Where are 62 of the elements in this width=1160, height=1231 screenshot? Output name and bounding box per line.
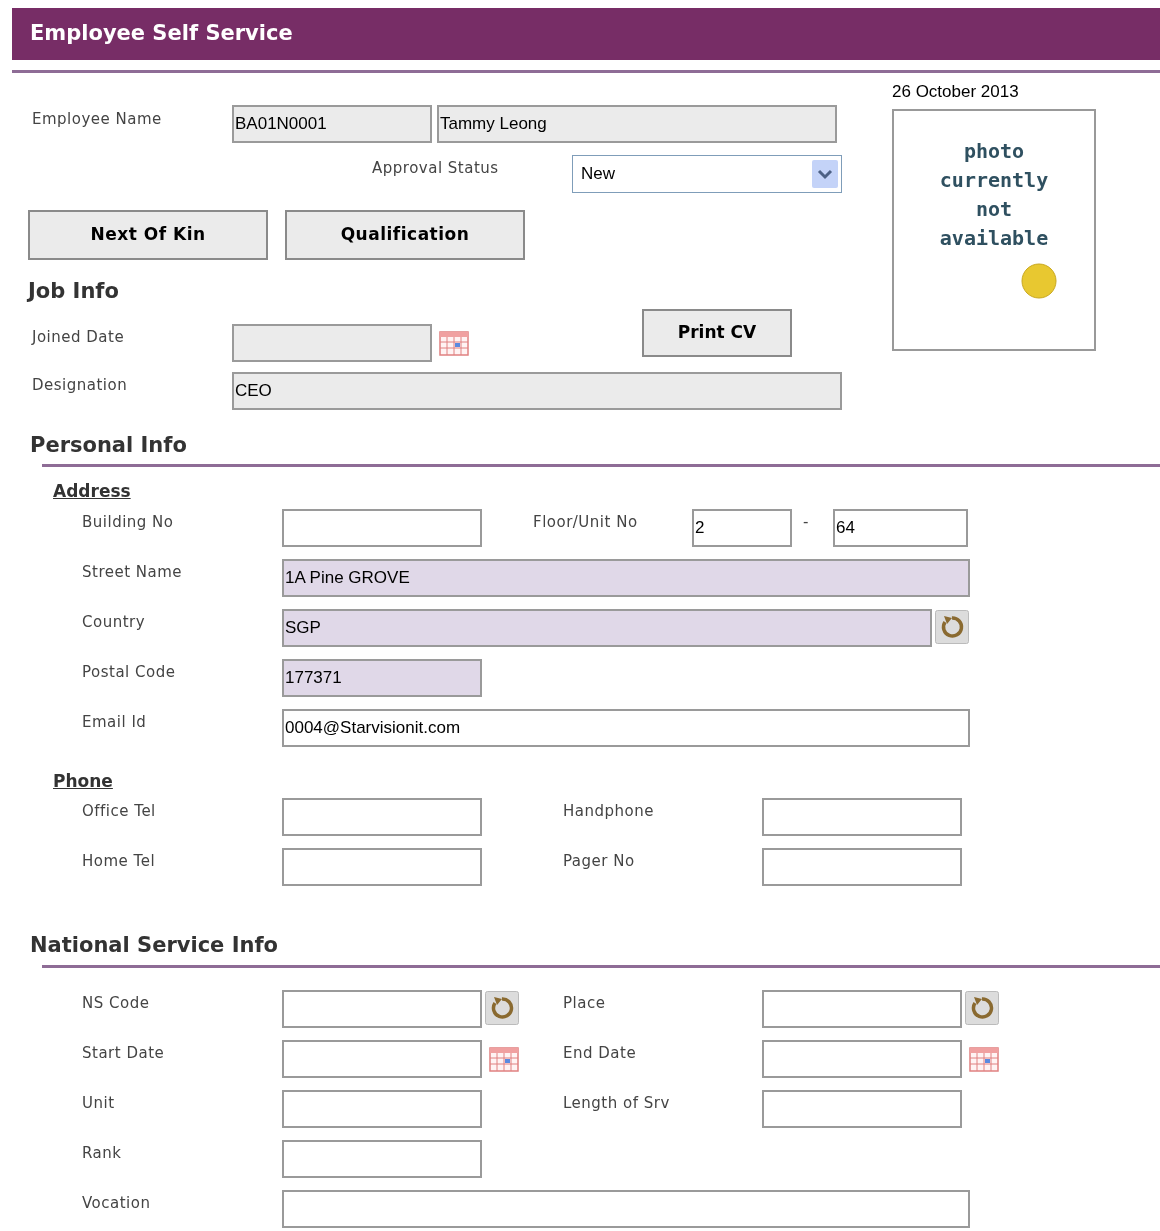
input-field[interactable] — [282, 1189, 970, 1228]
input-field[interactable]: 177371 — [282, 658, 482, 697]
field-label: Approval Status — [372, 158, 500, 179]
section-button[interactable]: Qualification — [285, 210, 525, 260]
input-field[interactable] — [282, 989, 482, 1028]
field-label: Country — [81, 611, 147, 633]
section-button[interactable]: Next Of Kin — [28, 210, 268, 260]
field-label: Rank — [81, 1142, 123, 1164]
input-field[interactable] — [282, 1039, 482, 1078]
separator-text: - — [803, 511, 810, 533]
field-label: Vocation — [81, 1192, 152, 1214]
print-cv-button[interactable]: Print CV — [642, 308, 792, 357]
input-field[interactable] — [762, 1039, 962, 1078]
input-field[interactable] — [282, 1139, 482, 1178]
input-field[interactable]: 2 — [692, 508, 792, 547]
field-label: End Date — [563, 1042, 638, 1064]
field-label: Handphone — [563, 801, 655, 822]
input-field[interactable]: 64 — [833, 508, 968, 547]
field-label: Email Id — [81, 711, 148, 733]
refresh-icon[interactable] — [935, 609, 969, 644]
field-label: Start Date — [81, 1042, 166, 1064]
input-field[interactable]: 1A Pine GROVE — [282, 558, 970, 597]
field-label: Office Tel — [81, 801, 157, 822]
input-field[interactable] — [282, 1089, 482, 1128]
field-label: Floor/Unit No — [533, 511, 639, 533]
subsection-title: Address — [53, 480, 131, 503]
date-text: 26 October 2013 — [892, 81, 1019, 103]
input-field[interactable] — [282, 508, 482, 547]
field-label: Home Tel — [81, 851, 157, 872]
field-label: Street Name — [81, 561, 184, 583]
subsection-title: Phone — [53, 769, 113, 793]
section-title: Job Info — [28, 278, 119, 305]
field-label: Pager No — [563, 851, 636, 872]
refresh-icon[interactable] — [965, 990, 999, 1025]
calendar-icon[interactable] — [489, 1045, 519, 1072]
input-field[interactable]: SGP — [282, 608, 932, 647]
status-select[interactable]: New — [572, 155, 842, 193]
section-title: Personal Info — [30, 431, 187, 459]
field-label: Postal Code — [81, 661, 177, 683]
input-field[interactable] — [762, 798, 962, 836]
section-title: National Service Info — [30, 932, 278, 959]
field-label: Joined Date — [30, 326, 126, 348]
field-label: Length of Srv — [563, 1092, 671, 1114]
field-label: NS Code — [81, 992, 151, 1014]
dot-icon — [1021, 262, 1057, 299]
field-label: Designation — [31, 374, 129, 396]
refresh-icon[interactable] — [485, 990, 519, 1025]
photo-caption: photo currently not available — [938, 137, 1050, 252]
input-field[interactable] — [282, 798, 482, 836]
input-field[interactable] — [762, 848, 962, 886]
field-label: Employee Name — [31, 109, 163, 130]
input-field[interactable]: 0004@Starvisionit.com — [282, 708, 970, 747]
input-field[interactable] — [762, 1089, 962, 1128]
calendar-icon[interactable] — [969, 1045, 999, 1072]
input-field[interactable] — [762, 989, 962, 1028]
field-label: Place — [563, 992, 607, 1014]
page-title: Employee Self Service — [30, 20, 293, 48]
calendar-icon[interactable] — [439, 329, 469, 356]
field-label: Building No — [81, 511, 175, 533]
input-field[interactable] — [282, 848, 482, 886]
field-label: Unit — [81, 1092, 116, 1114]
chevron-icon[interactable] — [812, 160, 838, 188]
